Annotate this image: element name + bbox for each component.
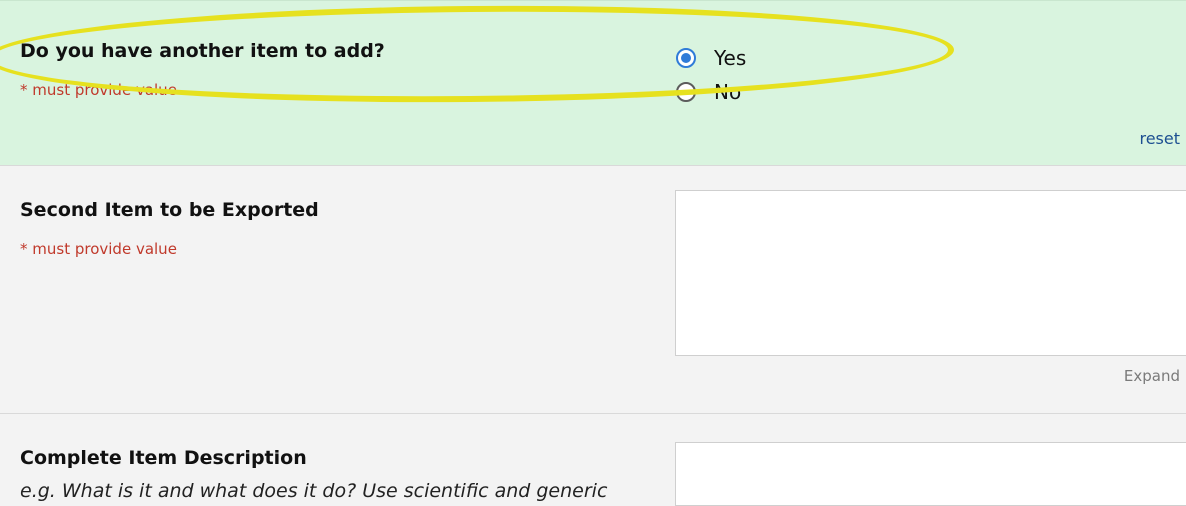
radio-option-no[interactable]: No (676, 75, 746, 109)
second-item-label: Second Item to be Exported (20, 199, 319, 221)
another-item-radio-group: Yes No (676, 41, 746, 109)
second-item-row: Second Item to be Exported * must provid… (0, 166, 1186, 414)
item-description-textarea[interactable] (675, 442, 1186, 506)
item-description-label: Complete Item Description (20, 447, 307, 469)
radio-option-yes[interactable]: Yes (676, 41, 746, 75)
another-item-question-row: Do you have another item to add? * must … (0, 0, 1186, 166)
another-item-question-label: Do you have another item to add? (20, 40, 385, 62)
radio-dot-icon (681, 53, 691, 63)
required-field-note: * must provide value (20, 81, 177, 99)
item-description-note: e.g. What is it and what does it do? Use… (20, 480, 608, 502)
radio-label-yes: Yes (714, 46, 747, 70)
item-description-row: Complete Item Description e.g. What is i… (0, 414, 1186, 506)
radio-label-no: No (714, 80, 742, 104)
required-field-note: * must provide value (20, 240, 177, 258)
second-item-textarea[interactable] (675, 190, 1186, 356)
reset-link[interactable]: reset (1139, 129, 1180, 148)
radio-selected-icon[interactable] (676, 48, 696, 68)
radio-unselected-icon[interactable] (676, 82, 696, 102)
expand-link[interactable]: Expand (1124, 367, 1180, 385)
